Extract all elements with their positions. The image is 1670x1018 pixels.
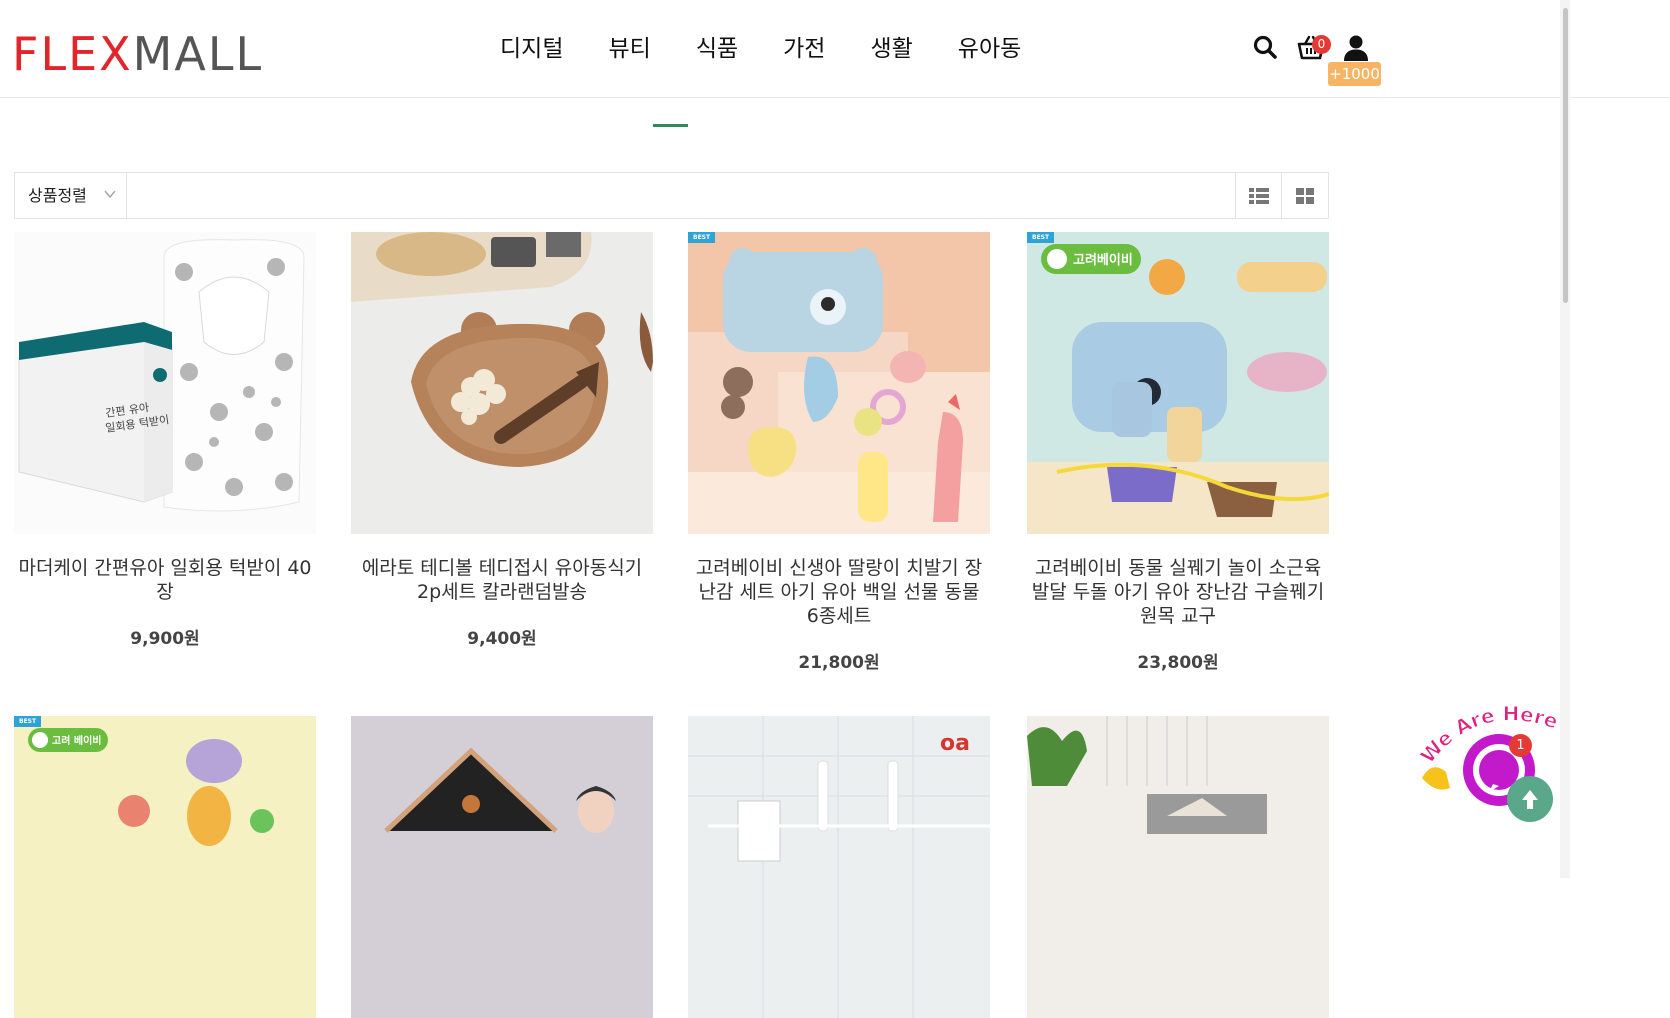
product-title[interactable]: 에라토 테디볼 테디접시 유아동식기 2p세트 칼라랜덤발송	[351, 556, 653, 604]
grid-view-button[interactable]	[1281, 173, 1328, 218]
product-price: 9,400원	[467, 629, 537, 649]
nav-item-living[interactable]: 생활	[870, 32, 912, 66]
scroll-to-top-button[interactable]	[1507, 776, 1553, 822]
product-card[interactable]: 고려베이비 BEST 고려베이비 동물 실꿰기 놀이 소근육 발달 두돌 아기 …	[1027, 232, 1329, 673]
product-image[interactable]	[351, 716, 653, 1018]
toy-picture: 고려 베이비	[14, 716, 316, 1018]
sort-label: 상품정렬	[28, 186, 87, 205]
product-card[interactable]: BEST 고려베이비 신생아 딸랑이 치발기 장난감 세트 아기 유아 백일 선…	[688, 232, 990, 673]
product-image[interactable]: 고려 베이비 BEST	[14, 716, 316, 1018]
best-badge: BEST	[14, 716, 42, 727]
product-image[interactable]	[1027, 716, 1329, 1018]
points-badge: +1000	[1328, 62, 1381, 86]
cart-count-badge: 0	[1312, 35, 1331, 54]
product-image[interactable]	[351, 232, 653, 534]
product-card[interactable]: 에라토 테디볼 테디접시 유아동식기 2p세트 칼라랜덤발송 9,400원	[351, 232, 653, 649]
product-card[interactable]: 고려 베이비 BEST	[14, 716, 316, 1018]
logo-text-mall: MALL	[132, 27, 264, 81]
svg-text:oa: oa	[940, 731, 970, 756]
nav-item-appliance[interactable]: 가전	[783, 32, 825, 66]
product-image[interactable]: BEST	[688, 232, 990, 534]
toothbrush-picture: oa	[688, 716, 990, 1018]
best-badge: BEST	[688, 232, 716, 243]
chevron-down-icon	[104, 190, 116, 199]
product-toolbar: 상품정렬	[14, 172, 1329, 219]
nav-item-food[interactable]: 식품	[696, 32, 738, 66]
product-price: 9,900원	[130, 629, 200, 649]
product-price: 23,800원	[1137, 653, 1219, 673]
scrollbar-thumb[interactable]	[1563, 8, 1568, 303]
product-image[interactable]: oa	[688, 716, 990, 1018]
rattle-set-picture	[688, 232, 990, 534]
wooden-toy-picture: 고려베이비	[1027, 232, 1329, 534]
main-nav: 디지털 뷰티 식품 가전 생활 유아동	[500, 32, 1066, 66]
grid-view-icon	[1296, 188, 1314, 204]
product-title[interactable]: 고려베이비 동물 실꿰기 놀이 소근육 발달 두돌 아기 유아 장난감 구슬꿰기…	[1027, 556, 1329, 628]
section-underline	[653, 124, 688, 127]
search-icon[interactable]	[1252, 34, 1278, 60]
product-image[interactable]: 간편 유아 일회용 턱받이	[14, 232, 316, 534]
product-image[interactable]: 고려베이비 BEST	[1027, 232, 1329, 534]
product-title[interactable]: 마더케이 간편유아 일회용 턱받이 40장	[14, 556, 316, 604]
room-picture	[1027, 716, 1329, 1018]
chat-notification-badge: 1	[1509, 734, 1532, 757]
site-logo[interactable]: FLEXMALL	[12, 26, 263, 82]
site-header: FLEXMALL 디지털 뷰티 식품 가전 생활 유아동 0 +1000	[0, 0, 1670, 98]
best-badge: BEST	[1027, 232, 1055, 243]
product-title[interactable]: 고려베이비 신생아 딸랑이 치발기 장난감 세트 아기 유아 백일 선물 동물 …	[688, 556, 990, 628]
product-card[interactable]	[1027, 716, 1329, 1018]
svg-text:고려베이비: 고려베이비	[1073, 252, 1133, 268]
product-card[interactable]: oa	[688, 716, 990, 1018]
arrow-up-icon	[1522, 790, 1538, 809]
house-board-picture	[351, 716, 653, 1018]
list-view-button[interactable]	[1235, 173, 1282, 218]
nav-item-digital[interactable]: 디지털	[500, 32, 563, 66]
product-card[interactable]: 간편 유아 일회용 턱받이 마더케이 간편유아 일회용 턱받이 40장 9,90…	[14, 232, 316, 649]
product-price: 21,800원	[798, 653, 880, 673]
nav-item-kids[interactable]: 유아동	[958, 32, 1021, 66]
logo-text-flex: FLEX	[12, 27, 133, 81]
plate-product-picture	[351, 232, 653, 534]
bib-product-picture: 간편 유아 일회용 턱받이	[14, 232, 316, 534]
nav-item-beauty[interactable]: 뷰티	[608, 32, 650, 66]
sort-dropdown[interactable]: 상품정렬	[15, 173, 127, 218]
product-card[interactable]	[351, 716, 653, 1018]
user-icon[interactable]	[1343, 34, 1369, 62]
brand-tag: 고려 베이비	[52, 734, 101, 747]
list-view-icon	[1249, 188, 1269, 204]
